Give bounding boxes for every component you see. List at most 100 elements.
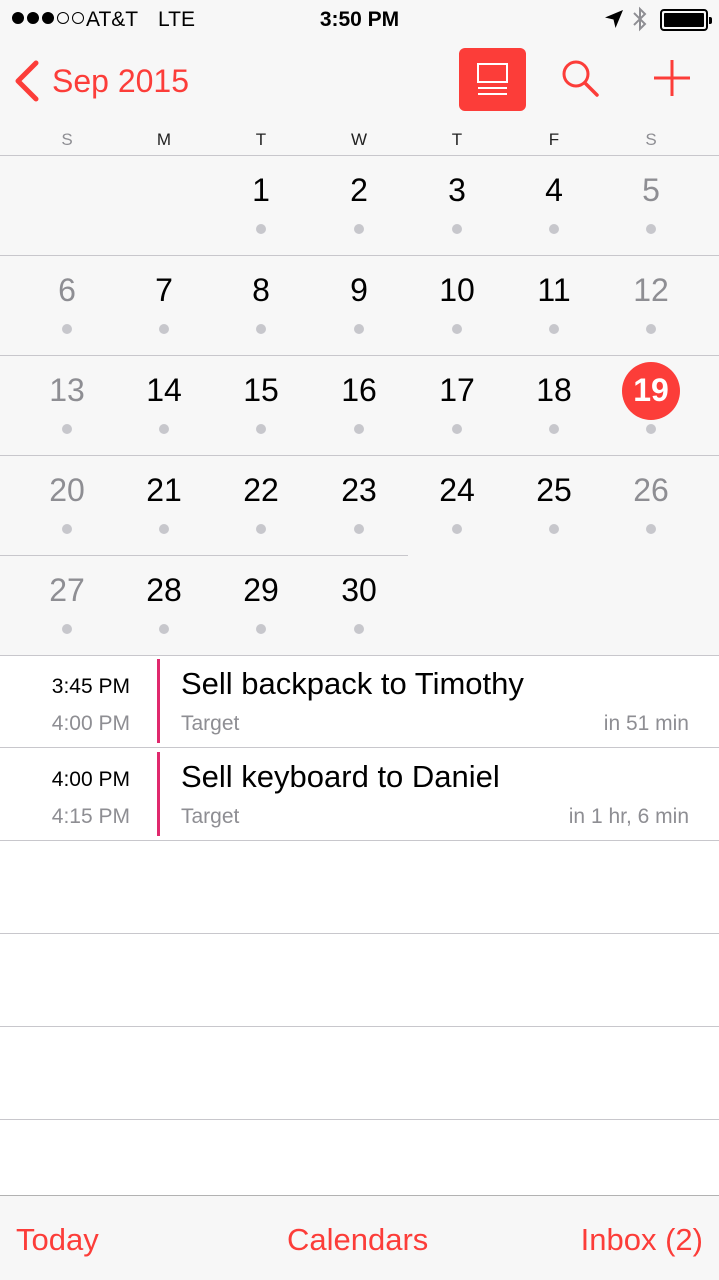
day-cell[interactable]: 14 bbox=[115, 356, 213, 455]
day-dot-indicator bbox=[256, 224, 266, 234]
day-number: 19 bbox=[633, 372, 669, 408]
day-dot-indicator bbox=[62, 324, 72, 334]
day-dot-indicator bbox=[354, 524, 364, 534]
day-number: 10 bbox=[439, 272, 475, 308]
day-cell[interactable]: 26 bbox=[602, 456, 700, 555]
day-cell[interactable]: 1 bbox=[212, 156, 310, 255]
day-dot-indicator bbox=[549, 524, 559, 534]
calendar-header-area: AT&T LTE 3:50 PM Sep 2015 S M T W T F S … bbox=[0, 0, 719, 655]
day-number: 2 bbox=[350, 172, 368, 208]
day-number: 17 bbox=[439, 372, 475, 408]
event-end-time: 4:00 PM bbox=[51, 712, 130, 735]
day-cell[interactable]: 7 bbox=[115, 256, 213, 355]
day-cell[interactable]: 20 bbox=[18, 456, 116, 555]
day-number: 26 bbox=[633, 472, 669, 508]
day-cell[interactable]: 25 bbox=[505, 456, 603, 555]
day-number: 21 bbox=[146, 472, 182, 508]
day-dot-indicator bbox=[646, 424, 656, 434]
day-cell-today[interactable]: 19 bbox=[602, 356, 700, 455]
day-number: 5 bbox=[642, 172, 660, 208]
day-dot-indicator bbox=[452, 324, 462, 334]
bluetooth-icon bbox=[633, 6, 647, 32]
day-cell[interactable]: 15 bbox=[212, 356, 310, 455]
back-to-month-button[interactable]: Sep 2015 bbox=[12, 54, 189, 108]
day-cell[interactable]: 30 bbox=[310, 556, 408, 655]
day-number: 1 bbox=[252, 172, 270, 208]
day-cell[interactable]: 9 bbox=[310, 256, 408, 355]
day-number: 13 bbox=[49, 372, 85, 408]
event-start-time: 3:45 PM bbox=[51, 675, 130, 698]
calendars-button[interactable]: Calendars bbox=[287, 1222, 428, 1258]
day-dot-indicator bbox=[354, 224, 364, 234]
list-view-toggle-button[interactable] bbox=[459, 48, 526, 111]
day-dot-indicator bbox=[62, 624, 72, 634]
day-cell[interactable]: 3 bbox=[408, 156, 506, 255]
weekday-wednesday: W bbox=[350, 130, 368, 149]
event-countdown: in 1 hr, 6 min bbox=[568, 805, 689, 828]
day-cell[interactable]: 18 bbox=[505, 356, 603, 455]
day-dot-indicator bbox=[159, 524, 169, 534]
event-row[interactable]: 3:45 PM 4:00 PM Sell backpack to Timothy… bbox=[0, 655, 719, 748]
empty-row-divider bbox=[0, 1119, 719, 1120]
day-cell[interactable]: 10 bbox=[408, 256, 506, 355]
navigation-bar: Sep 2015 bbox=[0, 40, 719, 122]
search-icon[interactable] bbox=[558, 56, 602, 100]
day-cell[interactable]: 5 bbox=[602, 156, 700, 255]
month-year-label: Sep 2015 bbox=[52, 62, 190, 99]
empty-row-divider bbox=[0, 933, 719, 934]
day-dot-indicator bbox=[646, 324, 656, 334]
battery-icon bbox=[660, 9, 712, 31]
day-dot-indicator bbox=[62, 524, 72, 534]
day-dot-indicator bbox=[62, 424, 72, 434]
today-button[interactable]: Today bbox=[16, 1222, 99, 1258]
day-dot-indicator bbox=[549, 424, 559, 434]
day-number: 7 bbox=[155, 272, 173, 308]
status-bar: AT&T LTE 3:50 PM bbox=[0, 0, 719, 40]
list-view-icon bbox=[477, 63, 508, 95]
weekday-header: S M T W T F S bbox=[0, 126, 719, 156]
day-dot-indicator bbox=[256, 524, 266, 534]
weekday-thursday: T bbox=[451, 130, 463, 149]
day-dot-indicator bbox=[354, 424, 364, 434]
chevron-left-icon bbox=[15, 60, 39, 102]
event-location: Target bbox=[181, 712, 240, 735]
calendar-color-bar bbox=[157, 752, 160, 836]
day-number: 4 bbox=[545, 172, 563, 208]
day-cell[interactable]: 28 bbox=[115, 556, 213, 655]
day-cell[interactable]: 4 bbox=[505, 156, 603, 255]
day-cell[interactable]: 16 bbox=[310, 356, 408, 455]
day-cell[interactable]: 12 bbox=[602, 256, 700, 355]
weekday-friday: F bbox=[548, 130, 560, 149]
event-row[interactable]: 4:00 PM 4:15 PM Sell keyboard to Daniel … bbox=[0, 748, 719, 841]
day-cell[interactable]: 13 bbox=[18, 356, 116, 455]
day-cell[interactable]: 23 bbox=[310, 456, 408, 555]
day-cell[interactable]: 2 bbox=[310, 156, 408, 255]
day-number: 23 bbox=[341, 472, 377, 508]
day-dot-indicator bbox=[354, 624, 364, 634]
day-cell[interactable]: 24 bbox=[408, 456, 506, 555]
day-number: 24 bbox=[439, 472, 475, 508]
day-cell[interactable]: 17 bbox=[408, 356, 506, 455]
inbox-button[interactable]: Inbox (2) bbox=[581, 1222, 703, 1258]
event-end-time: 4:15 PM bbox=[51, 805, 130, 828]
day-cell[interactable]: 8 bbox=[212, 256, 310, 355]
location-arrow-icon bbox=[605, 10, 623, 28]
day-number: 16 bbox=[341, 372, 377, 408]
day-dot-indicator bbox=[159, 424, 169, 434]
event-title: Sell keyboard to Daniel bbox=[181, 759, 500, 794]
day-number: 29 bbox=[243, 572, 279, 608]
day-cell[interactable]: 21 bbox=[115, 456, 213, 555]
day-cell[interactable]: 22 bbox=[212, 456, 310, 555]
tab-bar: Today Calendars Inbox (2) bbox=[0, 1195, 719, 1280]
day-cell[interactable]: 29 bbox=[212, 556, 310, 655]
day-number: 30 bbox=[341, 572, 377, 608]
day-number: 28 bbox=[146, 572, 182, 608]
day-dot-indicator bbox=[549, 324, 559, 334]
day-cell[interactable]: 6 bbox=[18, 256, 116, 355]
plus-icon[interactable] bbox=[650, 56, 694, 100]
day-dot-indicator bbox=[646, 524, 656, 534]
day-cell[interactable]: 27 bbox=[18, 556, 116, 655]
day-number: 6 bbox=[58, 272, 76, 308]
day-number: 25 bbox=[536, 472, 572, 508]
day-cell[interactable]: 11 bbox=[505, 256, 603, 355]
